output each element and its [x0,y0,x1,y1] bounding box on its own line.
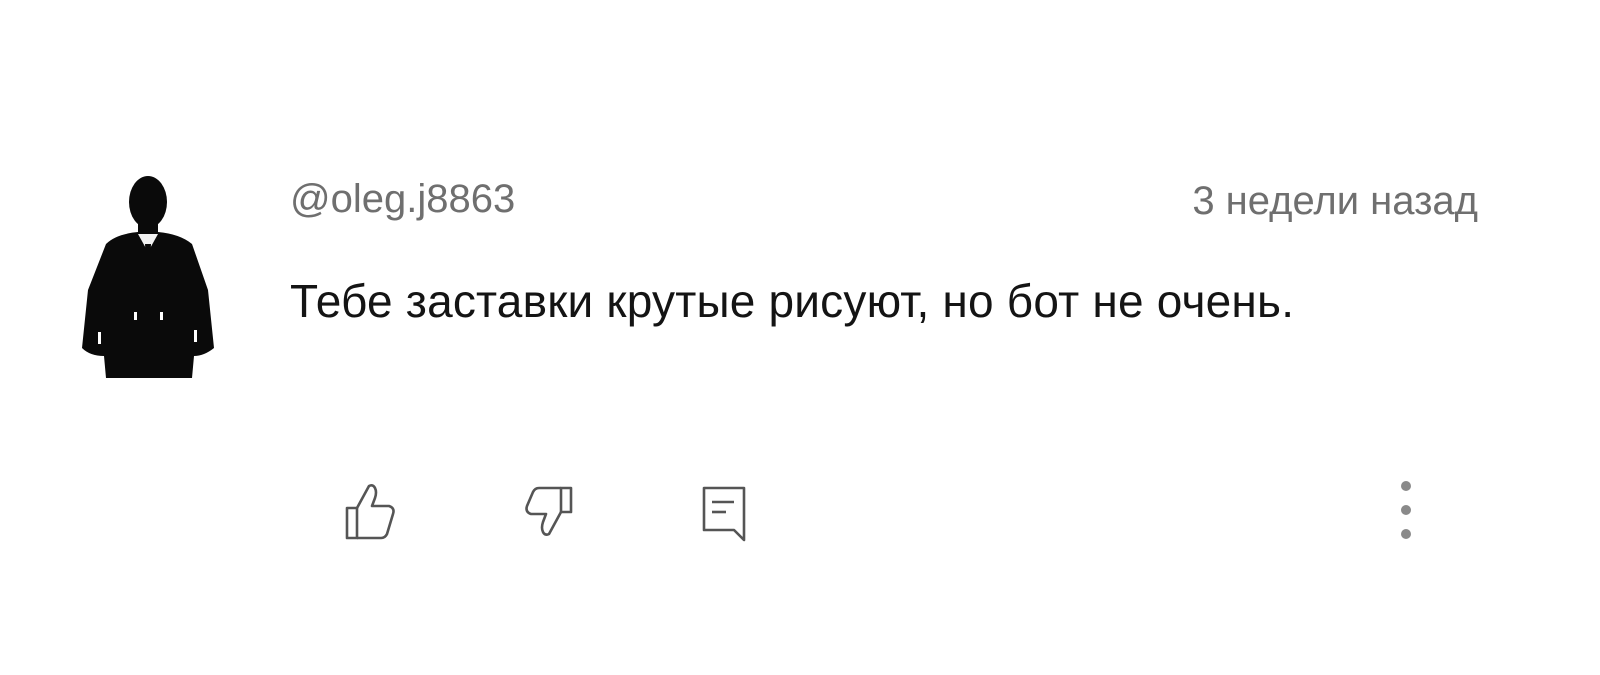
comment-actions [0,474,1600,554]
like-button[interactable] [330,474,402,546]
dislike-button[interactable] [516,474,588,546]
more-vertical-icon [1401,481,1411,539]
thumbs-up-icon [345,484,395,540]
comment-author[interactable]: @oleg.j8863 [290,172,515,226]
avatar[interactable] [76,172,220,384]
more-options-button[interactable] [1370,470,1442,550]
comment-timestamp: 3 недели назад [1192,179,1478,223]
reply-button[interactable] [688,474,760,546]
comment-item: @oleg.j8863 3 недели назад Тебе заставки… [0,0,1600,675]
comment-reply-icon [702,486,746,542]
person-silhouette-icon [82,176,214,378]
thumbs-down-icon [525,486,573,536]
comment-text: Тебе заставки крутые рисуют, но бот не о… [290,275,1295,327]
